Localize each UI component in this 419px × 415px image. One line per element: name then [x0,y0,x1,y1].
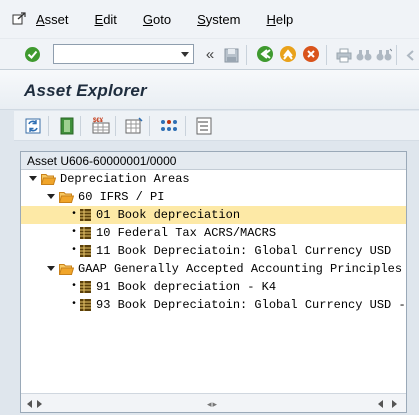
tree-node-label: 10 Federal Tax ACRS/MACRS [96,226,277,240]
bullet-icon: • [71,245,78,256]
depreciation-area-icon [80,299,91,311]
tree-leaf-node[interactable]: • 93 Book Depreciatoin: Global Currency U… [21,296,406,314]
find-next-icon[interactable] [375,46,393,64]
double-chevron-left-icon[interactable]: « [201,45,219,63]
back-icon[interactable] [256,45,274,63]
tree-folder-node[interactable]: Depreciation Areas [21,170,406,188]
open-folder-icon [59,192,74,203]
first-page-icon[interactable] [402,46,419,64]
bullet-icon: • [71,281,78,292]
standard-toolbar: « [0,38,419,70]
tree-node-label: 91 Book depreciation - K4 [96,280,277,294]
application-toolbar: $€¥ [14,111,419,141]
structure-icon[interactable] [160,117,178,135]
chevron-down-icon[interactable] [181,52,189,57]
enter-icon[interactable] [23,45,41,63]
scroll-right-icon[interactable] [392,400,397,408]
open-folder-icon [59,264,74,275]
tree-rows: Depreciation Areas 60 IFRS / PI • 01 Book d… [21,170,406,393]
tree-node-label: 60 IFRS / PI [78,190,165,204]
expand-triangle-icon[interactable] [47,194,55,199]
tree-node-label: 01 Book depreciation [96,208,241,222]
find-icon[interactable] [355,46,373,64]
depreciation-area-icon [80,281,91,293]
menu-exit-icon[interactable] [12,12,26,26]
expand-triangle-icon[interactable] [47,266,55,271]
bullet-icon: • [71,299,78,310]
svg-text:$€¥: $€¥ [93,118,104,124]
cancel-icon[interactable] [302,45,320,63]
command-input[interactable] [54,45,174,63]
tree-leaf-node[interactable]: • 11 Book Depreciatoin: Global Currency U… [21,242,406,260]
scroll-grip-icon[interactable]: ◂▸ [207,399,218,410]
value-display-icon[interactable]: $€¥ [92,117,110,135]
expand-triangle-icon[interactable] [29,176,37,181]
table-settings-icon[interactable] [125,117,143,135]
open-folder-icon [41,174,56,185]
scroll-left-icon[interactable] [27,400,32,408]
menu-system[interactable]: System [197,12,240,27]
bullet-icon: • [71,227,78,238]
tree-node-label: GAAP Generally Accepted Accounting Princ… [78,262,403,276]
menu-help[interactable]: Help [266,12,293,27]
print-icon[interactable] [335,46,353,64]
tree-node-label: 93 Book Depreciatoin: Global Currency US… [96,298,406,312]
bullet-icon: • [71,209,78,220]
menu-bar: Asset Edit Goto System Help [0,0,419,38]
exit-icon[interactable] [279,45,297,63]
tree-header: Asset U606-60000001/0000 [21,152,406,170]
refresh-icon[interactable] [24,117,42,135]
tree-node-label: 11 Book Depreciatoin: Global Currency US… [96,244,392,258]
asset-master-icon[interactable] [58,117,76,135]
title-bar: Asset Explorer [0,70,419,110]
tree-folder-node[interactable]: GAAP Generally Accepted Accounting Princ… [21,260,406,278]
menu-goto[interactable]: Goto [143,12,171,27]
save-icon[interactable] [222,46,240,64]
tree-node-label: Depreciation Areas [60,172,190,186]
command-field[interactable] [53,44,194,64]
tree-folder-node[interactable]: 60 IFRS / PI [21,188,406,206]
depreciation-area-icon [80,209,91,221]
horizontal-scrollbar[interactable]: ◂▸ [21,393,406,412]
page-title: Asset Explorer [24,81,147,100]
scroll-left-icon[interactable] [378,400,383,408]
tree-leaf-node[interactable]: • 10 Federal Tax ACRS/MACRS [21,224,406,242]
menu-edit[interactable]: Edit [95,12,117,27]
asset-tree: Asset U606-60000001/0000 Depreciation Ar… [20,151,407,413]
list-icon[interactable] [195,117,213,135]
tree-leaf-node[interactable]: • 01 Book depreciation [21,206,406,224]
depreciation-area-icon [80,227,91,239]
depreciation-area-icon [80,245,91,257]
tree-leaf-node[interactable]: • 91 Book depreciation - K4 [21,278,406,296]
menu-asset[interactable]: Asset [36,12,69,27]
scroll-right-icon[interactable] [37,400,42,408]
